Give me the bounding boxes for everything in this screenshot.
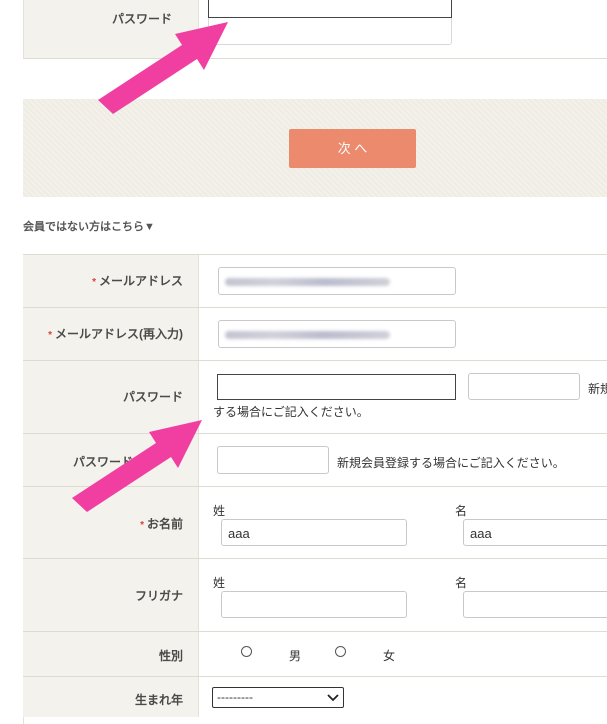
email-confirm-row: * メールアドレス(再入力) — [23, 308, 607, 361]
required-mark: * — [48, 330, 52, 341]
password-confirm-note: 新規会員登録する場合にご記入ください。 — [337, 456, 565, 470]
furigana-last-input[interactable] — [221, 591, 407, 618]
gender-female-radio[interactable] — [335, 646, 346, 657]
gender-female-label: 女 — [383, 649, 396, 663]
furigana-first-input[interactable] — [463, 591, 607, 618]
email-label-cell: * メールアドレス — [23, 255, 199, 307]
birth-year-label-cell: 生まれ年 — [23, 677, 199, 717]
birth-year-selected: --------- — [217, 690, 253, 704]
non-member-link[interactable]: 会員ではない方はこちら▼ — [23, 218, 155, 234]
required-mark: * — [92, 277, 96, 288]
last-name-label: 姓 — [213, 504, 226, 518]
next-button-label: 次 へ — [337, 141, 368, 156]
gender-male-radio[interactable] — [241, 646, 252, 657]
last-name-input[interactable]: aaa — [221, 519, 407, 546]
chevron-down-icon — [327, 694, 339, 702]
email-input[interactable] — [218, 267, 456, 295]
annotation-arrow-bottom-icon — [72, 420, 202, 512]
password-input-secondary[interactable] — [468, 373, 580, 400]
birth-year-row: 生まれ年 --------- — [23, 677, 607, 717]
password-input[interactable] — [217, 374, 456, 400]
first-name-value: aaa — [470, 526, 492, 541]
gender-male-label: 男 — [289, 649, 302, 663]
password-note-rest: する場合にご記入ください。 — [213, 405, 369, 419]
first-name-label: 名 — [455, 504, 468, 518]
furigana-last-label: 姓 — [213, 576, 226, 590]
password-label: パスワード — [122, 390, 183, 404]
email-confirm-label-cell: * メールアドレス(再入力) — [23, 308, 199, 360]
furigana-row: フリガナ 姓 名 — [23, 559, 607, 632]
gender-row: 性別 男 女 — [23, 632, 607, 677]
email-confirm-label: メールアドレス(再入力) — [55, 327, 183, 341]
next-button[interactable]: 次 へ — [289, 129, 416, 168]
login-password-input-shadow — [208, 18, 452, 45]
furigana-label-cell: フリガナ — [23, 559, 199, 631]
email-confirm-input[interactable] — [218, 320, 456, 348]
password-note-start: 新規 — [588, 382, 607, 396]
gender-label-cell: 性別 — [23, 632, 199, 676]
furigana-first-label: 名 — [455, 576, 468, 590]
email-confirm-value-blurred — [225, 331, 390, 339]
annotation-arrow-top-icon — [98, 22, 228, 114]
email-value-blurred — [225, 278, 390, 286]
password-confirm-input[interactable] — [217, 446, 329, 474]
gender-label: 性別 — [158, 649, 183, 663]
login-password-input[interactable] — [208, 0, 452, 18]
email-label: メールアドレス — [98, 274, 183, 288]
last-name-value: aaa — [228, 526, 250, 541]
birth-year-select[interactable]: --------- — [212, 687, 344, 708]
email-row: * メールアドレス — [23, 255, 607, 308]
birth-year-label: 生まれ年 — [134, 693, 183, 707]
first-name-input[interactable]: aaa — [463, 519, 607, 546]
furigana-label: フリガナ — [134, 589, 183, 603]
